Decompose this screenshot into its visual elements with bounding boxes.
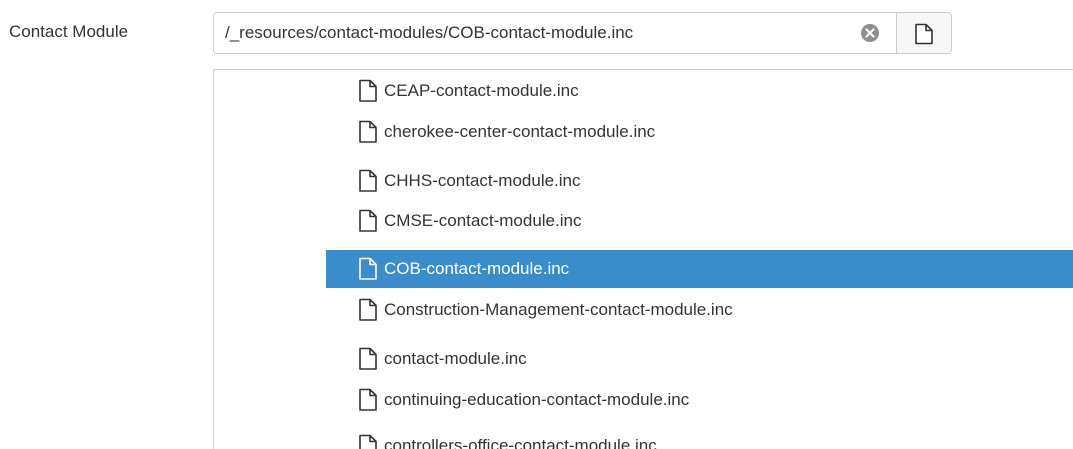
file-icon (358, 209, 378, 238)
file-icon (358, 79, 378, 108)
file-list-item[interactable]: Construction-Management-contact-module.i… (326, 291, 1073, 329)
path-input-group (213, 12, 897, 54)
file-name: Construction-Management-contact-module.i… (384, 300, 733, 319)
file-list-item[interactable]: contact-module.inc (326, 340, 1073, 378)
file-icon (358, 434, 378, 449)
file-icon (358, 347, 378, 376)
file-list-item[interactable]: CMSE-contact-module.inc (326, 202, 1073, 240)
file-icon (358, 388, 378, 417)
file-name: controllers-office-contact-module.inc (384, 436, 657, 449)
file-list-item[interactable]: cherokee-center-contact-module.inc (326, 113, 1073, 151)
file-list-item[interactable]: controllers-office-contact-module.inc (326, 427, 1073, 449)
file-name: CHHS-contact-module.inc (384, 171, 581, 190)
browse-file-button[interactable] (896, 12, 952, 54)
file-name: continuing-education-contact-module.inc (384, 390, 690, 409)
file-icon (358, 257, 378, 286)
file-list-item[interactable]: CHHS-contact-module.inc (326, 162, 1073, 200)
contact-module-label: Contact Module (9, 22, 129, 41)
file-name: contact-module.inc (384, 349, 527, 368)
file-browser-panel: CEAP-contact-module.inc cherokee-center-c… (213, 69, 1073, 449)
file-name: CEAP-contact-module.inc (384, 81, 579, 100)
file-list-item[interactable]: COB-contact-module.inc (326, 250, 1073, 288)
file-name: COB-contact-module.inc (384, 259, 570, 278)
file-icon (358, 120, 378, 149)
file-list-item[interactable]: continuing-education-contact-module.inc (326, 381, 1073, 419)
clear-icon[interactable] (861, 24, 879, 42)
contact-module-path-input[interactable] (214, 13, 850, 53)
contact-module-form: Contact Module CEAP-contact-module.inc ch… (0, 0, 1073, 449)
file-list-item[interactable]: CEAP-contact-module.inc (326, 72, 1073, 110)
file-icon (358, 169, 378, 198)
file-name: CMSE-contact-module.inc (384, 211, 582, 230)
file-icon (358, 298, 378, 327)
file-name: cherokee-center-contact-module.inc (384, 122, 656, 141)
